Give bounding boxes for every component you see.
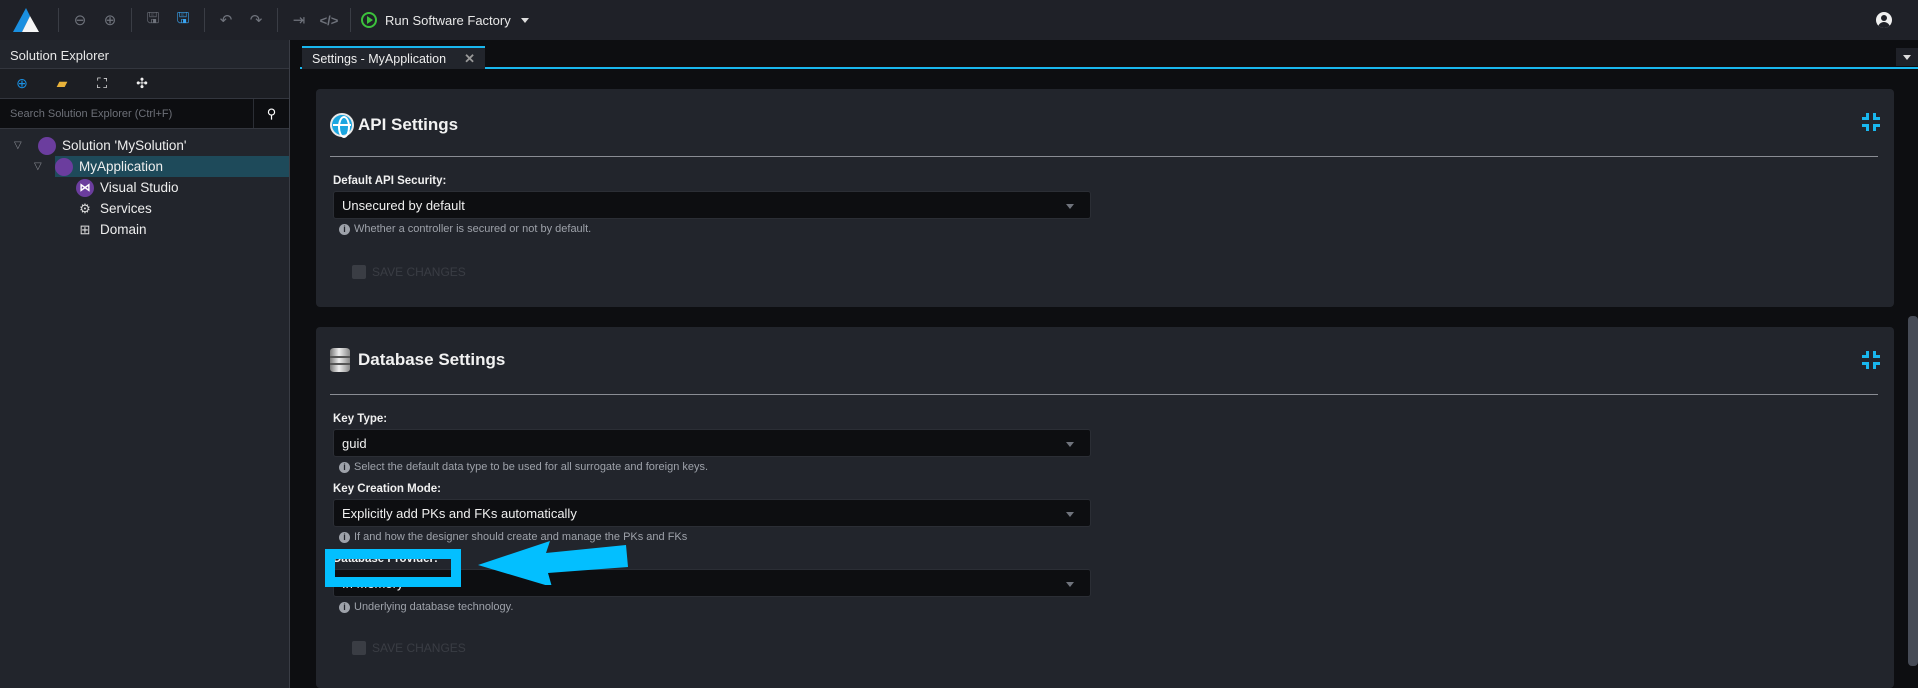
field-label: Default API Security:	[333, 175, 447, 187]
annotation-arrow-icon	[478, 541, 628, 585]
key-type-field: Key Type: guid i Select the default data …	[333, 413, 1091, 475]
divider	[330, 394, 1878, 395]
hint-text: Underlying database technology.	[354, 601, 514, 613]
scrollbar-thumb[interactable]	[1908, 316, 1918, 666]
key-creation-mode-field: Key Creation Mode: Explicitly add PKs an…	[333, 483, 1091, 545]
toolbar-separator	[58, 8, 59, 32]
save-icon	[352, 265, 366, 279]
top-toolbar: ⊖ ⊕ 🖫 🖫 ↶ ↷ ⇥ </> Run Software Factory	[0, 0, 1918, 40]
vertical-scrollbar[interactable]	[1906, 71, 1918, 688]
field-label: Key Type:	[333, 413, 388, 425]
app-logo[interactable]	[0, 0, 52, 40]
toolbar-separator	[277, 8, 278, 32]
open-folder-icon[interactable]: ▰	[54, 75, 70, 92]
save-changes-button[interactable]: SAVE CHANGES	[352, 265, 466, 279]
save-label: SAVE CHANGES	[372, 641, 466, 655]
default-api-security-field: Default API Security: Unsecured by defau…	[333, 175, 1091, 237]
close-icon[interactable]: ✕	[464, 51, 475, 67]
tab-settings[interactable]: Settings - MyApplication ✕	[302, 46, 485, 69]
info-icon: i	[339, 461, 350, 473]
save-label: SAVE CHANGES	[372, 265, 466, 279]
undo-icon[interactable]: ↶	[211, 5, 241, 35]
toolbar-separator	[204, 8, 205, 32]
collapse-all-icon[interactable]: ✣	[134, 75, 150, 92]
tree-node-label: Domain	[100, 222, 147, 237]
tree-node-label: Solution 'MySolution'	[62, 138, 187, 153]
editor-area: Settings - MyApplication ✕ API Settings …	[300, 40, 1918, 688]
api-settings-card: API Settings Default API Security: Unsec…	[316, 89, 1894, 307]
export-icon[interactable]: ⇥	[284, 5, 314, 35]
database-settings-card: Database Settings Key Type: guid i Select…	[316, 327, 1894, 688]
solution-tree: ▽ Solution 'MySolution' ▽ MyApplication …	[0, 129, 289, 240]
globe-icon	[330, 113, 354, 138]
application-icon	[55, 157, 73, 176]
tree-node-domain[interactable]: ⊞ Domain	[0, 219, 289, 240]
code-icon[interactable]: </>	[314, 5, 344, 35]
play-icon	[361, 12, 377, 28]
run-software-factory-button[interactable]: Run Software Factory	[361, 12, 529, 28]
divider	[330, 156, 1878, 157]
add-icon[interactable]: ⊕	[14, 75, 30, 92]
solution-search-input[interactable]	[0, 99, 253, 128]
solution-explorer-title: Solution Explorer	[0, 40, 289, 69]
redo-icon[interactable]: ↷	[241, 5, 271, 35]
domain-icon: ⊞	[79, 221, 91, 237]
select-value: Explicitly add PKs and FKs automatically	[342, 505, 577, 521]
collapse-icon[interactable]	[1862, 351, 1880, 369]
field-label: Key Creation Mode:	[333, 483, 441, 495]
solution-search-bar: ⚲	[0, 99, 289, 129]
field-hint: i Select the default data type to be used…	[333, 459, 1091, 475]
default-api-security-select[interactable]: Unsecured by default	[333, 191, 1091, 219]
key-creation-mode-select[interactable]: Explicitly add PKs and FKs automatically	[333, 499, 1091, 527]
save-icon	[352, 641, 366, 655]
search-icon[interactable]: ⚲	[253, 99, 289, 128]
expand-triangle-icon[interactable]: ▽	[34, 161, 46, 172]
services-icon: ⚙	[79, 200, 91, 216]
key-type-select[interactable]: guid	[333, 429, 1091, 457]
toolbar-separator	[350, 8, 351, 32]
select-value: Unsecured by default	[342, 197, 465, 213]
info-icon: i	[339, 223, 350, 235]
field-hint: i Whether a controller is secured or not …	[333, 221, 1091, 237]
expand-all-icon[interactable]: ⛶	[94, 75, 110, 92]
database-icon	[330, 348, 350, 372]
tree-node-application[interactable]: ▽ MyApplication	[34, 156, 289, 177]
api-settings-header: API Settings	[316, 107, 1894, 143]
tree-node-label: Services	[100, 201, 152, 216]
tree-node-services[interactable]: ⚙ Services	[0, 198, 289, 219]
annotation-highlight-box	[325, 549, 461, 587]
back-icon[interactable]: ⊖	[65, 5, 95, 35]
field-hint: i If and how the designer should create a…	[333, 529, 1091, 545]
select-value: guid	[342, 435, 367, 451]
solution-icon	[38, 136, 56, 155]
tree-node-visual-studio[interactable]: ⋈ Visual Studio	[0, 177, 289, 198]
hint-text: Select the default data type to be used …	[354, 461, 709, 473]
field-hint: i Underlying database technology.	[333, 599, 1091, 615]
hint-text: Whether a controller is secured or not b…	[354, 223, 592, 235]
database-settings-header: Database Settings	[316, 342, 1894, 378]
card-title: Database Settings	[358, 350, 506, 369]
save-icon[interactable]: 🖫	[138, 5, 168, 35]
collapse-icon[interactable]	[1862, 113, 1880, 131]
info-icon: i	[339, 601, 350, 613]
run-label: Run Software Factory	[385, 12, 511, 28]
tree-node-label: Visual Studio	[100, 180, 179, 195]
tree-node-solution[interactable]: ▽ Solution 'MySolution'	[0, 135, 289, 156]
visual-studio-icon: ⋈	[76, 178, 94, 197]
save-changes-button[interactable]: SAVE CHANGES	[352, 641, 466, 655]
chevron-down-icon[interactable]	[520, 17, 529, 23]
user-account-icon[interactable]	[1876, 12, 1892, 28]
tree-node-label: MyApplication	[79, 159, 164, 174]
tab-overflow-menu[interactable]	[1896, 48, 1918, 66]
solution-explorer: Solution Explorer ⊕ ▰ ⛶ ✣ ⚲ ▽ Solution '…	[0, 40, 290, 688]
forward-icon[interactable]: ⊕	[95, 5, 125, 35]
toolbar-separator	[131, 8, 132, 32]
tab-strip: Settings - MyApplication ✕	[300, 40, 1918, 69]
card-title: API Settings	[358, 115, 459, 134]
solution-explorer-toolbar: ⊕ ▰ ⛶ ✣	[0, 69, 289, 99]
info-icon: i	[339, 531, 350, 543]
save-all-icon[interactable]: 🖫	[168, 5, 198, 35]
tab-label: Settings - MyApplication	[312, 51, 447, 66]
expand-triangle-icon[interactable]: ▽	[14, 140, 26, 151]
